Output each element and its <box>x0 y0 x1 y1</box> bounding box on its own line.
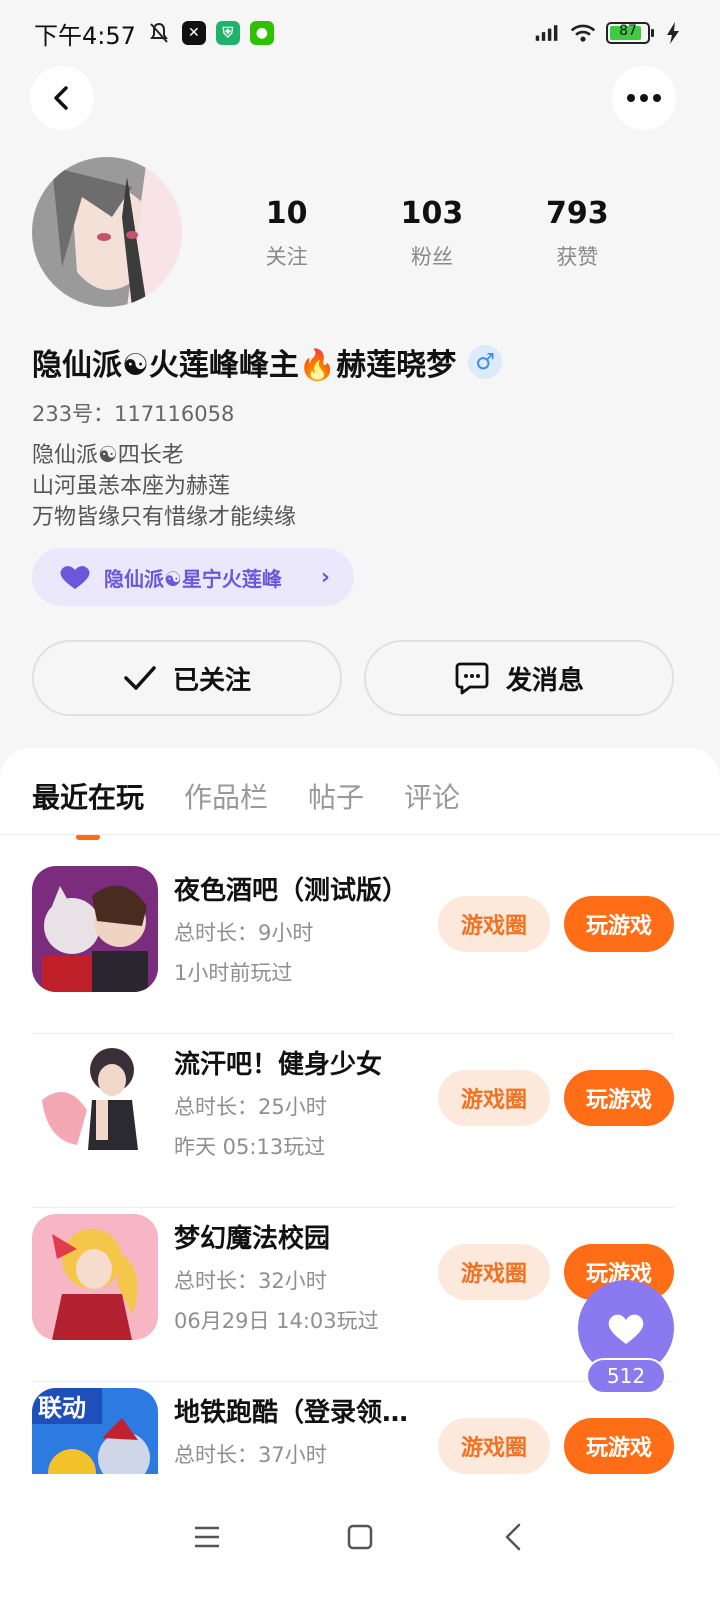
stat-value: 10 <box>265 196 308 231</box>
status-time: 下午4:57 <box>34 21 136 50</box>
game-last-played: 1小时前玩过 <box>174 961 293 985</box>
game-info: 梦幻魔法校园 总时长：32小时 06月29日 14:03玩过 <box>174 1218 424 1335</box>
game-info: 流汗吧！健身少女 总时长：25小时 昨天 05:13玩过 <box>174 1044 424 1161</box>
bio-line: 山河虽恙本座为赫莲 <box>32 474 231 499</box>
more-dots-icon <box>627 94 661 102</box>
game-duration: 总时长：32小时 <box>174 1269 327 1293</box>
game-title: 流汗吧！健身少女 <box>174 1050 383 1080</box>
tab-comments[interactable]: 评论 <box>404 776 460 840</box>
wechat-app-icon: ● <box>249 21 274 45</box>
game-last-played: 昨天 05:13玩过 <box>174 1135 326 1159</box>
game-duration: 总时长：37小时 <box>174 1443 327 1467</box>
system-nav-bar <box>0 1474 720 1600</box>
bio-line: 隐仙派☯四长老 <box>32 443 184 468</box>
game-circle-button[interactable]: 游戏圈 <box>438 1418 550 1474</box>
stat-value: 103 <box>400 196 464 231</box>
game-title: 梦幻魔法校园 <box>174 1224 331 1254</box>
wifi-icon <box>570 20 596 46</box>
heart-icon <box>608 1314 644 1344</box>
back-button[interactable] <box>30 66 94 130</box>
bio-line: 万物皆缘只有惜缘才能续缘 <box>32 505 297 530</box>
chevron-left-icon <box>54 86 68 110</box>
profile-nickname: 隐仙派☯火莲峰峰主🔥赫莲晓梦 <box>32 348 457 383</box>
more-options-button[interactable] <box>612 66 676 130</box>
chat-bubble-icon <box>455 662 489 695</box>
game-icon <box>32 866 158 992</box>
send-message-button[interactable]: 发消息 <box>364 640 674 716</box>
back-triangle-icon <box>506 1523 521 1551</box>
followed-button[interactable]: 已关注 <box>32 640 342 716</box>
heart-icon <box>60 566 90 589</box>
send-message-label: 发消息 <box>505 665 584 696</box>
followed-label: 已关注 <box>172 665 251 696</box>
game-circle-button[interactable]: 游戏圈 <box>438 1070 550 1126</box>
group-tag-label: 隐仙派☯星宁火莲峰 <box>104 566 282 591</box>
list-item[interactable]: 梦幻魔法校园 总时长：32小时 06月29日 14:03玩过 游戏圈 玩游戏 <box>32 1208 674 1382</box>
chevron-right-icon: › <box>320 564 330 590</box>
game-list: 夜色酒吧（测试版） 总时长：9小时 1小时前玩过 游戏圈 玩游戏 流汗吧！健身少… <box>32 860 674 1556</box>
home-square-icon <box>347 1524 373 1550</box>
play-game-button[interactable]: 玩游戏 <box>564 1418 674 1474</box>
game-duration: 总时长：9小时 <box>174 921 314 945</box>
game-title: 地铁跑酷（登录领… <box>174 1398 409 1428</box>
tab-recently-played[interactable]: 最近在玩 <box>32 776 144 840</box>
game-title: 夜色酒吧（测试版） <box>174 876 409 906</box>
game-info: 夜色酒吧（测试版） 总时长：9小时 1小时前玩过 <box>174 870 424 987</box>
group-tag-button[interactable]: 隐仙派☯星宁火莲峰 › <box>32 548 354 606</box>
tab-divider <box>0 834 720 835</box>
menu-nav-button[interactable] <box>182 1512 232 1562</box>
checkmark-icon <box>124 666 156 690</box>
battery-icon: 87 <box>606 22 654 44</box>
home-nav-button[interactable] <box>335 1512 385 1562</box>
tab-works[interactable]: 作品栏 <box>184 776 268 840</box>
profile-uid: 233号：117116058 <box>32 402 235 426</box>
profile-bio: 隐仙派☯四长老 山河虽恙本座为赫莲 万物皆缘只有惜缘才能续缘 <box>32 440 296 533</box>
play-game-button[interactable]: 玩游戏 <box>564 896 674 952</box>
mute-bell-icon <box>146 20 172 46</box>
profile-stats: 10 关注 103 粉丝 793 获赞 <box>214 196 650 271</box>
signal-icon <box>534 20 560 46</box>
play-game-button[interactable]: 玩游戏 <box>564 1070 674 1126</box>
stat-following[interactable]: 10 关注 <box>214 196 359 271</box>
svg-text:联动: 联动 <box>38 1394 86 1422</box>
game-icon <box>32 1040 158 1166</box>
avatar[interactable] <box>32 157 182 307</box>
content-panel: 最近在玩 作品栏 帖子 评论 夜色酒吧（测试版） 总时长：9小时 1小时前玩过 … <box>0 748 720 1600</box>
menu-icon <box>194 1526 219 1548</box>
list-item[interactable]: 夜色酒吧（测试版） 总时长：9小时 1小时前玩过 游戏圈 玩游戏 <box>32 860 674 1034</box>
game-icon <box>32 1214 158 1340</box>
game-last-played: 06月29日 14:03玩过 <box>174 1309 379 1333</box>
stat-label: 获赞 <box>556 245 599 269</box>
capcut-app-icon: ✕ <box>181 21 206 45</box>
profile-nickname-row: 隐仙派☯火莲峰峰主🔥赫莲晓梦 ♂ <box>32 340 503 384</box>
list-item[interactable]: 流汗吧！健身少女 总时长：25小时 昨天 05:13玩过 游戏圈 玩游戏 <box>32 1034 674 1208</box>
shield-app-icon: ⛨ <box>215 21 240 45</box>
profile-tabs: 最近在玩 作品栏 帖子 评论 <box>32 776 460 840</box>
game-duration: 总时长：25小时 <box>174 1095 327 1119</box>
game-circle-button[interactable]: 游戏圈 <box>438 1244 550 1300</box>
stat-followers[interactable]: 103 粉丝 <box>359 196 504 271</box>
like-count-badge: 512 <box>586 1358 666 1394</box>
male-gender-icon: ♂ <box>468 345 503 379</box>
game-info: 地铁跑酷（登录领… 总时长：37小时 <box>174 1392 424 1469</box>
stat-label: 关注 <box>265 245 308 269</box>
stat-label: 粉丝 <box>410 245 453 269</box>
avatar-image <box>32 157 182 307</box>
game-circle-button[interactable]: 游戏圈 <box>438 896 550 952</box>
stat-likes[interactable]: 793 获赞 <box>505 196 650 271</box>
charging-icon <box>660 20 686 46</box>
status-bar: 下午4:57 ✕ ⛨ ● 87 <box>0 0 720 66</box>
tab-posts[interactable]: 帖子 <box>308 776 364 840</box>
back-nav-button[interactable] <box>488 1512 538 1562</box>
stat-value: 793 <box>546 196 609 231</box>
